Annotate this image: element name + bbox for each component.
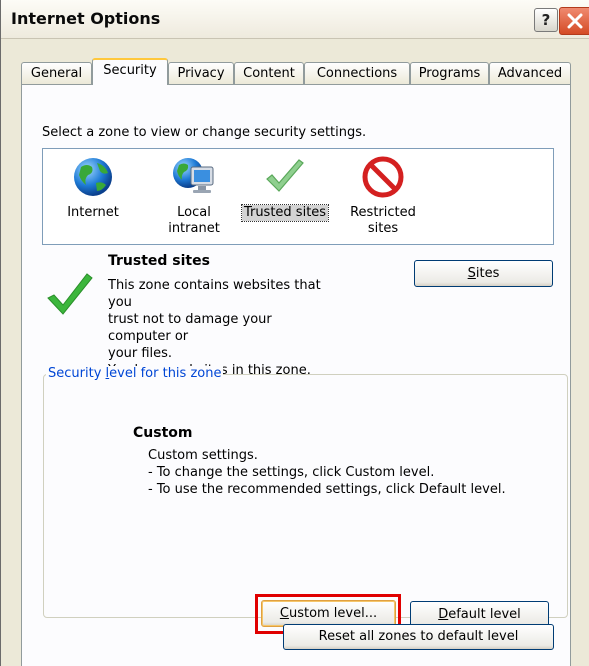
tab-programs[interactable]: Programs <box>410 62 489 84</box>
close-icon <box>567 13 583 29</box>
zone-local-intranet[interactable]: Local intranet <box>161 149 227 237</box>
tab-connections[interactable]: Connections <box>304 62 410 84</box>
zone-label-local-intranet: Local intranet <box>168 205 220 236</box>
zone-restricted-sites[interactable]: Restricted sites <box>343 149 423 237</box>
title-bar[interactable]: Internet Options ? <box>1 0 589 39</box>
tab-general[interactable]: General <box>21 62 92 84</box>
checkmark-icon <box>266 159 304 192</box>
window-title: Internet Options <box>11 9 161 28</box>
security-level-title: Custom <box>133 425 193 441</box>
zone-list: Internet Local intranet Trusted sites Re… <box>42 148 554 245</box>
zone-label-restricted-sites: Restricted sites <box>350 205 416 236</box>
computer-globe-icon <box>173 158 214 193</box>
zone-instruction: Select a zone to view or change security… <box>42 125 367 140</box>
security-level-legend: Security level for this zone <box>46 366 224 381</box>
zone-description-title: Trusted sites <box>108 253 210 269</box>
globe-icon <box>74 158 112 196</box>
close-button[interactable] <box>559 7 589 35</box>
tab-security[interactable]: Security <box>92 58 168 85</box>
trusted-sites-large-icon <box>47 273 93 315</box>
help-button[interactable]: ? <box>534 8 558 32</box>
zone-description: This zone contains websites that you tru… <box>108 278 321 378</box>
tab-privacy[interactable]: Privacy <box>168 62 234 84</box>
zone-label-internet: Internet <box>67 205 119 220</box>
tab-advanced[interactable]: Advanced <box>489 62 571 84</box>
tab-content[interactable]: Content <box>234 62 304 84</box>
zone-label-trusted-sites: Trusted sites <box>240 204 330 222</box>
sites-button[interactable]: Sites <box>414 260 553 287</box>
security-level-description: Custom settings. - To change the setting… <box>148 448 506 497</box>
question-mark-icon: ? <box>541 11 551 29</box>
zone-trusted-sites[interactable]: Trusted sites <box>237 149 333 222</box>
reset-all-zones-button[interactable]: Reset all zones to default level <box>283 624 554 650</box>
no-entry-icon <box>362 156 404 198</box>
zone-internet[interactable]: Internet <box>57 149 129 221</box>
internet-options-window: Internet Options ? General Security Priv… <box>0 0 589 666</box>
